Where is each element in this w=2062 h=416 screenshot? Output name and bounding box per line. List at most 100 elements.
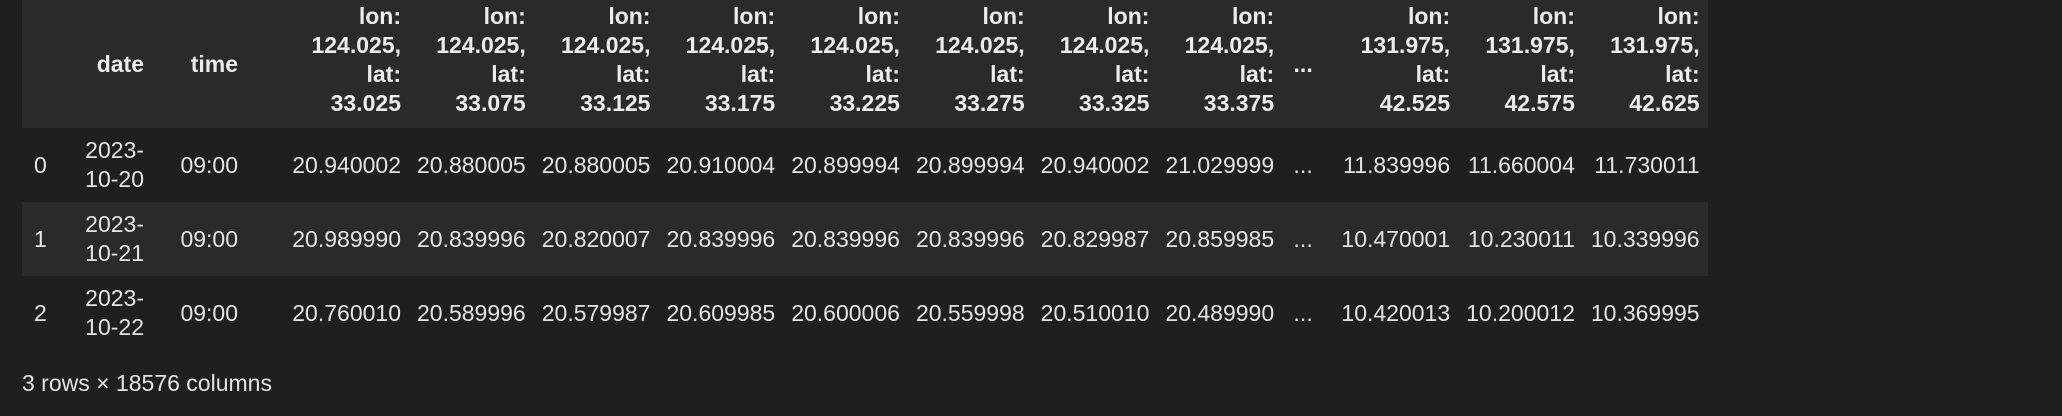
column-header-c2: lon: 124.025, lat: 33.075: [409, 0, 534, 128]
table-cell: 20.609985: [658, 276, 783, 350]
table-cell: 20.760010: [246, 276, 409, 350]
cell-text: 20.489990: [1165, 299, 1275, 326]
table-cell-ellipsis: ...: [1282, 276, 1324, 350]
cell-text: 20.760010: [292, 299, 401, 326]
table-cell: 20.880005: [409, 128, 534, 202]
table-cell: 20.839996: [658, 202, 783, 276]
column-header-ellipsis: ...: [1282, 0, 1324, 128]
column-header-text: lon:: [1407, 3, 1451, 29]
column-header-c9: lon: 131.975, lat: 42.525: [1324, 0, 1458, 128]
cell-text: 2023-: [85, 211, 144, 237]
column-header-c7: lon: 124.025, lat: 33.325: [1033, 0, 1158, 128]
cell-text: 11.730011: [1594, 151, 1700, 178]
cell-text: 11.839996: [1343, 151, 1451, 178]
column-header-text: 42.625: [1629, 90, 1700, 116]
table-cell: 10.470001: [1324, 202, 1458, 276]
column-header-text: lon:: [1657, 3, 1700, 29]
column-header-c4: lon: 124.025, lat: 33.175: [658, 0, 783, 128]
table-cell: 10.339996: [1583, 202, 1708, 276]
cell-text: 20.989990: [292, 225, 401, 252]
cell-text: 10.470001: [1341, 225, 1451, 252]
cell-text: 20.839996: [417, 225, 526, 252]
column-header-c8: lon: 124.025, lat: 33.375: [1157, 0, 1282, 128]
column-header-date: date: [60, 0, 152, 128]
cell-text: 20.880005: [541, 151, 651, 178]
column-header-text: lat:: [740, 61, 776, 87]
cell-text: ...: [1293, 225, 1313, 252]
table-cell: 21.029999: [1157, 128, 1282, 202]
column-header-text: 33.075: [455, 90, 526, 116]
table-cell: 09:00: [152, 276, 246, 350]
column-header-text: lon:: [857, 3, 900, 29]
cell-text: 20.579987: [541, 299, 651, 326]
column-header-text: lon:: [1231, 3, 1275, 29]
table-cell: 09:00: [152, 202, 246, 276]
column-header-text: 131.975,: [1360, 32, 1451, 58]
column-header-text: 33.175: [704, 90, 776, 116]
row-index: 0: [34, 151, 47, 178]
row-index: 2: [34, 299, 47, 326]
column-header-text: 33.375: [1203, 90, 1275, 116]
table-cell: 20.820007: [534, 202, 659, 276]
table-cell: 20.899994: [783, 128, 908, 202]
dataframe-summary: 3 rows × 18576 columns: [22, 370, 272, 396]
column-header-c6: lon: 124.025, lat: 33.275: [908, 0, 1033, 128]
table-cell: 20.489990: [1157, 276, 1282, 350]
column-header-c10: lon: 131.975, lat: 42.575: [1458, 0, 1583, 128]
table-cell: 11.730011: [1583, 128, 1708, 202]
cell-text: 20.899994: [915, 151, 1025, 178]
cell-text: 10.369995: [1590, 299, 1700, 326]
index-header: [22, 0, 60, 128]
column-header-text: lat:: [1540, 61, 1575, 87]
table-cell: 10.369995: [1583, 276, 1708, 350]
column-header-text: 33.275: [954, 90, 1025, 116]
cell-text: 20.609985: [666, 299, 776, 326]
cell-text: 20.600006: [791, 299, 900, 326]
table-cell: 20.839996: [409, 202, 534, 276]
cell-text: 20.589996: [417, 299, 526, 326]
table-cell: 11.839996: [1324, 128, 1458, 202]
column-header-text: time: [190, 50, 238, 77]
cell-text: 20.839996: [791, 225, 900, 252]
column-header-text: 42.575: [1504, 90, 1575, 116]
cell-text: 10-20: [85, 166, 144, 192]
column-header-text: date: [96, 50, 144, 77]
column-header-text: 124.025,: [436, 32, 526, 58]
table-cell: 20.829987: [1033, 202, 1158, 276]
cell-text: 10.200012: [1466, 299, 1575, 326]
column-header-c1: lon: 124.025, lat: 33.025: [246, 0, 409, 128]
cell-text: 20.820007: [541, 225, 651, 252]
table-cell: 20.880005: [534, 128, 659, 202]
column-header-c11: lon: 131.975, lat: 42.625: [1583, 0, 1708, 128]
column-header-time: time: [152, 0, 246, 128]
cell-text: 20.559998: [915, 299, 1025, 326]
cell-text: 09:00: [180, 225, 238, 252]
column-header-text: lon:: [1532, 3, 1575, 29]
column-header-text: lon:: [1107, 3, 1150, 29]
column-header-text: ...: [1293, 50, 1313, 77]
cell-text: 20.880005: [417, 151, 526, 178]
column-header-text: 131.975,: [1485, 32, 1575, 58]
column-header-text: 124.025,: [810, 32, 900, 58]
cell-text: 20.839996: [915, 225, 1025, 252]
table-cell: 10.200012: [1458, 276, 1583, 350]
table-cell: 09:00: [152, 128, 246, 202]
table-cell: 20.510010: [1033, 276, 1158, 350]
cell-text: 20.839996: [666, 225, 776, 252]
cell-text: ...: [1293, 299, 1313, 326]
column-header-text: 124.025,: [1184, 32, 1275, 58]
table-cell: 20.559998: [908, 276, 1033, 350]
column-header-text: lat:: [615, 61, 651, 87]
table-header-row: date time lon: 124.025, lat: 33.025 lon: 124.02…: [22, 0, 1708, 128]
cell-text: 20.510010: [1040, 299, 1150, 326]
cell-text: 09:00: [180, 299, 238, 326]
column-header-text: lat:: [1239, 61, 1275, 87]
column-header-text: lat:: [366, 61, 402, 87]
row-index: 1: [34, 225, 47, 252]
column-header-text: lat:: [491, 61, 526, 87]
table-cell: 20.989990: [246, 202, 409, 276]
table-cell: 10.420013: [1324, 276, 1458, 350]
column-header-text: lon:: [982, 3, 1025, 29]
cell-text: 09:00: [180, 151, 238, 178]
table-cell: 20.600006: [783, 276, 908, 350]
